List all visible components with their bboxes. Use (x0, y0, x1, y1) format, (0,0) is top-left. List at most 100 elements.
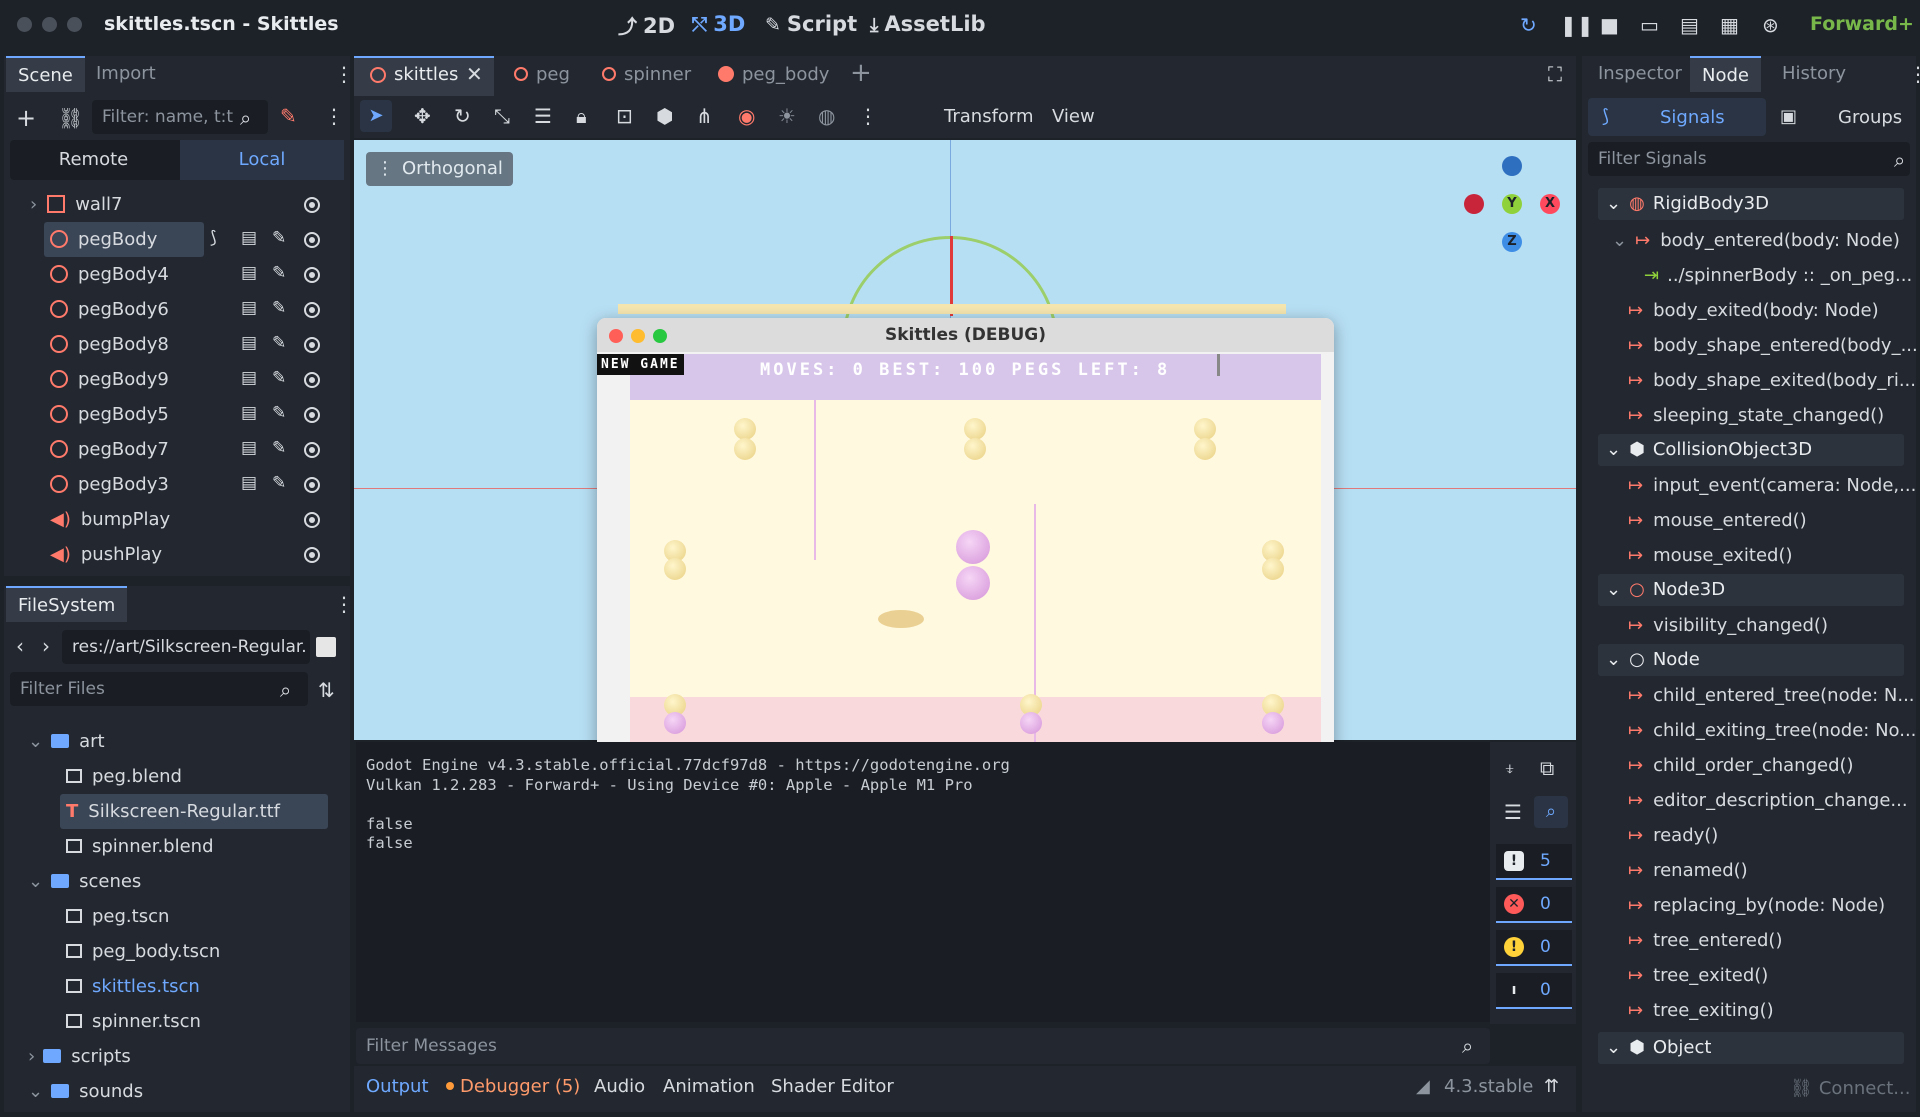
tree-item-peg-blend[interactable]: peg.blend (66, 759, 182, 794)
chevron-down-icon[interactable]: ⌄ (28, 731, 43, 752)
tree-item-art[interactable]: ⌄ art (28, 724, 105, 759)
tree-item-pegbody5[interactable]: pegBody5 (50, 397, 169, 432)
transform-menu[interactable]: Transform (944, 106, 1034, 127)
reload-icon[interactable]: ↻ (1520, 13, 1537, 37)
tree-item-pegbody8[interactable]: pegBody8 (50, 327, 169, 362)
mode-script-button[interactable]: ✎ Script (765, 12, 857, 36)
zoom-window-button[interactable] (67, 17, 82, 32)
remote-debug-icon[interactable]: ▭ (1640, 13, 1659, 37)
group-icon[interactable]: ⊡ (616, 104, 633, 128)
tab-output[interactable]: Output (366, 1076, 429, 1097)
signal-item[interactable]: ↦ sleeping_state_changed() (1628, 398, 1884, 433)
remote-button[interactable]: Remote (10, 140, 177, 180)
tree-item-bumpplay[interactable]: ◀) bumpPlay (50, 502, 170, 537)
script-icon[interactable]: ✎ (272, 368, 286, 388)
visibility-eye-icon[interactable] (304, 267, 320, 283)
renderer-select[interactable]: Forward+ (1810, 13, 1914, 35)
orthogonal-button[interactable]: ⋮ Orthogonal (366, 152, 513, 186)
scale-tool-icon[interactable]: ⤡ (494, 104, 510, 128)
signal-item[interactable]: ↦ child_exiting_tree(node: No... (1628, 713, 1916, 748)
path-field[interactable]: res://art/Silkscreen-Regular. (62, 630, 310, 664)
clear-output-icon[interactable]: ⍖ (1504, 756, 1516, 780)
errors-filter-toggle[interactable]: ✕ 0 (1496, 887, 1572, 923)
pause-icon[interactable]: ❚❚ (1560, 13, 1594, 37)
chevron-right-icon[interactable]: › (30, 194, 37, 215)
tree-item-pegbody3[interactable]: pegBody3 (50, 467, 169, 502)
movie-maker-icon[interactable]: ⊛ (1762, 13, 1779, 37)
script-icon[interactable]: ✎ (272, 333, 286, 353)
signal-item[interactable]: ↦ input_event(camera: Node,... (1628, 468, 1916, 503)
mode-assetlib-button[interactable]: ⤓ AssetLib (870, 12, 986, 36)
snap-icon[interactable]: ⋔ (696, 104, 713, 128)
gizmo-y[interactable]: Y (1502, 194, 1522, 214)
signal-item[interactable]: ↦ tree_entered() (1628, 923, 1782, 958)
signal-item[interactable]: ↦ mouse_entered() (1628, 503, 1807, 538)
tree-item-scripts[interactable]: › scripts (28, 1039, 131, 1074)
back-icon[interactable]: ‹ (16, 634, 24, 658)
visibility-eye-icon[interactable] (304, 407, 320, 423)
local-space-icon[interactable]: ⬢ (656, 104, 673, 128)
tree-item-pegbody7[interactable]: pegBody7 (50, 432, 169, 467)
signal-item[interactable]: ↦ mouse_exited() (1628, 538, 1793, 573)
script-remove-icon[interactable]: ✎ (280, 104, 297, 128)
tab-filesystem[interactable]: FileSystem (6, 586, 128, 622)
clapper-icon[interactable]: ▤ (241, 473, 257, 493)
mode-3d-button[interactable]: ⤲ 3D (692, 12, 745, 36)
tab-import[interactable]: Import (84, 56, 168, 92)
script-icon[interactable]: ✎ (272, 403, 286, 423)
clapper-icon[interactable]: ▤ (241, 263, 257, 283)
script-icon[interactable]: ✎ (272, 438, 286, 458)
signal-item[interactable]: ↦ editor_description_change... (1628, 783, 1908, 818)
script-icon[interactable]: ✎ (272, 263, 286, 283)
clapper-icon[interactable]: ▤ (241, 333, 257, 353)
tree-item-pegbody[interactable]: pegBody (44, 222, 204, 257)
visibility-eye-icon[interactable] (304, 477, 320, 493)
camera-icon[interactable]: ◉ (738, 104, 755, 128)
close-icon[interactable]: ✕ (466, 62, 483, 86)
close-window-button[interactable] (17, 17, 32, 32)
tree-item-pegbody4[interactable]: pegBody4 (50, 257, 169, 292)
signal-item[interactable]: ↦ child_order_changed() (1628, 748, 1854, 783)
tab-skittles[interactable]: skittles ✕ (354, 56, 494, 96)
collapse-icon[interactable]: ☰ (1504, 800, 1522, 824)
view-mode-icon[interactable] (316, 637, 336, 657)
add-tab-icon[interactable]: + (850, 58, 872, 88)
tree-item-skittles-tscn[interactable]: skittles.tscn (66, 969, 200, 1004)
tab-inspector[interactable]: Inspector (1586, 56, 1694, 92)
dock-menu-icon[interactable]: ⋮ (334, 62, 354, 86)
messages-filter-toggle[interactable]: ! 5 (1496, 844, 1572, 880)
minimize-window-button[interactable] (631, 329, 645, 343)
filter-messages-input[interactable]: Filter Messages (356, 1028, 1490, 1064)
tree-item-spinner-blend[interactable]: spinner.blend (66, 829, 214, 864)
gizmo-neg-z[interactable] (1502, 156, 1522, 176)
signal-group-rigidbody3d[interactable]: ⌄ ◍ RigidBody3D (1598, 188, 1904, 220)
tab-animation[interactable]: Animation (663, 1076, 755, 1097)
script-icon[interactable]: ✎ (272, 228, 286, 248)
gizmo-x[interactable]: X (1540, 194, 1560, 214)
visibility-eye-icon[interactable] (304, 232, 320, 248)
close-window-button[interactable] (609, 329, 623, 343)
move-tool-icon[interactable]: ✥ (414, 104, 431, 128)
new-game-button[interactable]: NEW GAME (597, 354, 684, 375)
clapper-icon[interactable]: ▤ (241, 438, 257, 458)
warnings-filter-toggle[interactable]: ! 0 (1496, 930, 1572, 966)
tab-debugger[interactable]: Debugger (5) (446, 1076, 580, 1097)
sun-icon[interactable]: ☀ (778, 104, 796, 128)
signal-connection[interactable]: ⇥ ../spinnerBody :: _on_peg... (1644, 258, 1912, 293)
play-scene-icon[interactable]: ▤ (1680, 13, 1699, 37)
distraction-free-icon[interactable]: ⛶ (1548, 62, 1562, 86)
scene-menu-icon[interactable]: ⋮ (324, 104, 344, 128)
clapper-icon[interactable]: ▤ (241, 298, 257, 318)
signals-button[interactable]: ⟆ Signals (1588, 98, 1766, 136)
local-button[interactable]: Local (180, 140, 344, 180)
script-icon[interactable]: ✎ (272, 298, 286, 318)
link-icon[interactable]: ⛓ (58, 106, 83, 130)
lock-icon[interactable]: 🔒︎ (576, 104, 587, 128)
info-filter-toggle[interactable]: ı0 (1496, 973, 1572, 1009)
filter-signals-input[interactable]: Filter Signals (1588, 142, 1910, 176)
play-custom-scene-icon[interactable]: ▦ (1720, 13, 1739, 37)
visibility-eye-icon[interactable] (304, 372, 320, 388)
tree-item-scenes[interactable]: ⌄ scenes (28, 864, 141, 899)
tab-node[interactable]: Node (1690, 56, 1761, 92)
tree-item-spinner-tscn[interactable]: spinner.tscn (66, 1004, 201, 1039)
